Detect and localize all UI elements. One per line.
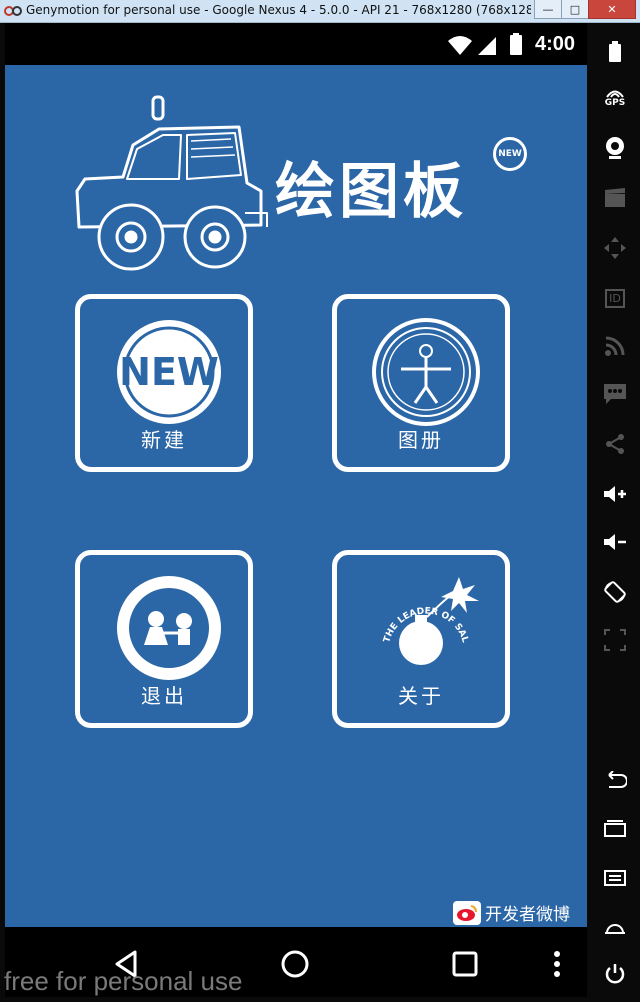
new-drawing-button[interactable]: NEW 新建 [75,294,253,472]
maximize-button[interactable]: □ [561,0,589,19]
power-icon[interactable] [600,959,630,989]
close-button[interactable]: ✕ [588,0,636,19]
album-label: 图册 [398,428,444,452]
menu-icon[interactable] [600,863,630,893]
android-status-bar: 4:00 [5,23,587,65]
recents-icon[interactable] [600,813,630,843]
back-icon[interactable] [600,765,630,795]
status-icons [448,33,522,55]
minimize-button[interactable]: — [534,0,562,19]
app-logo-text: 绘图板 [275,157,467,227]
new-badge-text: NEW [119,350,219,394]
sms-icon[interactable] [600,379,630,409]
id-label: ID [605,288,625,308]
window-title-bar: Genymotion for personal use - Google Nex… [0,0,640,23]
rss-icon[interactable] [600,331,630,361]
app-screen: 绘图板 NEW NEW 新建 图册 退出 THE LEADER OF SAL 关… [5,65,587,927]
id-icon[interactable]: ID [600,283,630,313]
developer-weibo-link[interactable]: 开发者微博 [453,900,570,925]
home-icon[interactable] [600,911,630,941]
album-scarecrow-icon [372,318,480,426]
volume-down-icon[interactable] [600,527,630,557]
personal-use-watermark: free for personal use [4,966,243,996]
new-badge-icon: NEW [117,320,221,424]
rotate-icon[interactable] [600,577,630,607]
window-title: Genymotion for personal use - Google Nex… [26,3,531,17]
video-icon[interactable] [600,183,630,213]
gps-label: GPS [604,98,626,108]
exit-button[interactable]: 退出 [75,550,253,728]
resize-icon[interactable] [600,625,630,655]
webcam-icon[interactable] [600,133,630,163]
album-button[interactable]: 图册 [332,294,510,472]
menu-dots-icon[interactable] [540,947,574,981]
logo-new-badge: NEW [493,137,527,171]
dpad-icon[interactable] [600,233,630,263]
weibo-label: 开发者微博 [485,905,570,925]
exit-kids-icon [117,576,221,680]
home-icon[interactable] [278,947,312,981]
new-label: 新建 [141,428,187,452]
wifi-icon [448,36,472,55]
about-button[interactable]: THE LEADER OF SALES 关于 [332,550,510,728]
about-label: 关于 [398,684,444,708]
jeep-car-icon [75,95,268,271]
battery-icon [510,35,522,55]
signal-icon [478,37,496,55]
recents-icon[interactable] [448,947,482,981]
volume-up-icon[interactable] [600,479,630,509]
emulator-toolbar: GPS ID [590,23,640,1002]
battery-icon[interactable] [600,37,630,67]
status-time: 4:00 [534,33,575,55]
weibo-icon [453,900,481,925]
gps-icon[interactable]: GPS [600,83,630,113]
share-icon[interactable] [600,429,630,459]
about-bomb-icon: THE LEADER OF SALES [371,573,479,665]
exit-label: 退出 [141,684,187,708]
genymotion-logo-icon [4,6,22,16]
